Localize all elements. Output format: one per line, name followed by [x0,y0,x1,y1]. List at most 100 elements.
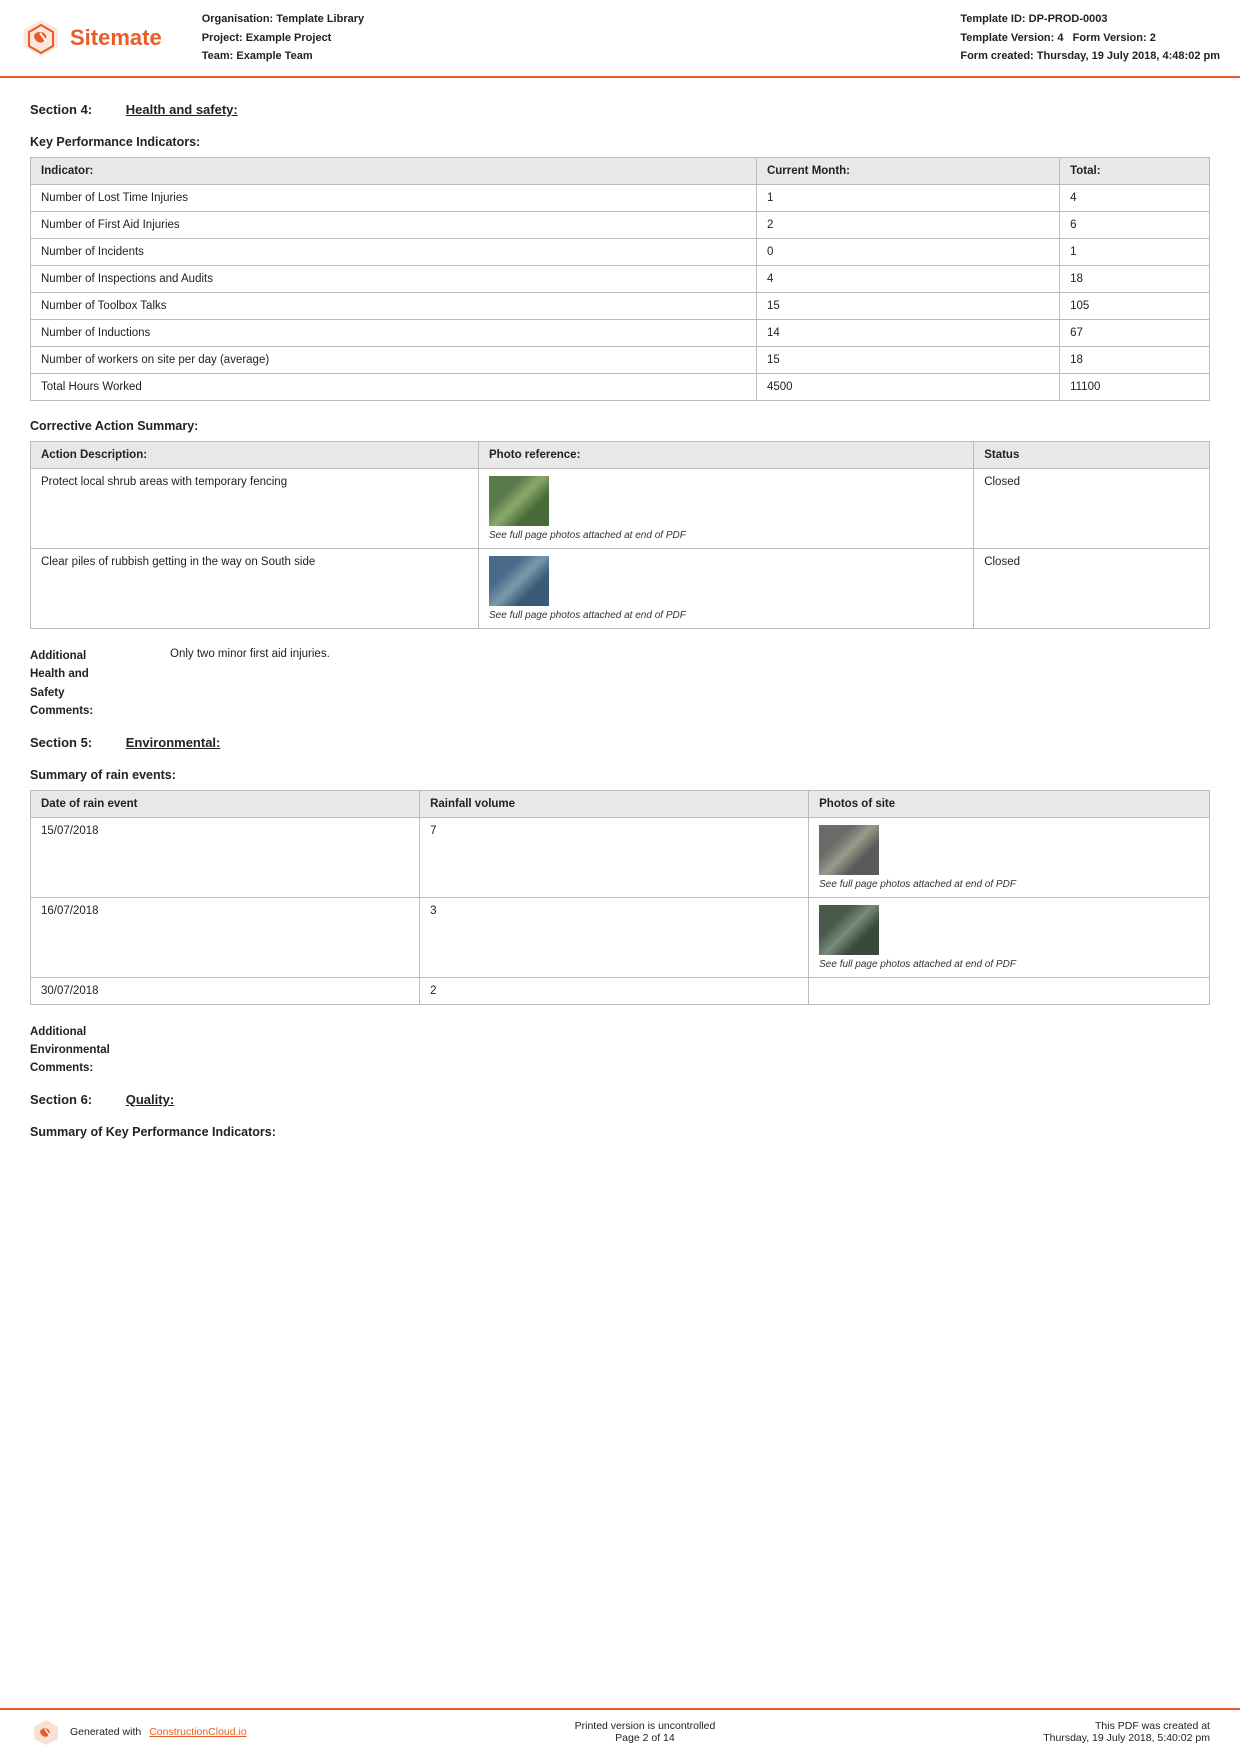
form-created-row: Form created: Thursday, 19 July 2018, 4:… [960,47,1220,66]
corrective-col-status: Status [974,442,1210,469]
kpi-cell-4-3: 18 [1060,266,1210,293]
kpi-col-current-month: Current Month: [756,158,1059,185]
kpi-cell-7-2: 15 [756,347,1059,374]
kpi-cell-3-2: 0 [756,239,1059,266]
section5-heading: Section 5: Environmental: [30,735,1210,750]
form-created-value: Thursday, 19 July 2018, 4:48:02 pm [1037,50,1220,62]
corrective-table: Action Description: Photo reference: Sta… [30,441,1210,629]
kpi-quality-heading: Summary of Key Performance Indicators: [30,1125,1210,1139]
kpi-cell-8-1: Total Hours Worked [31,374,757,401]
photo-caption-1: See full page photos attached at end of … [489,530,963,541]
kpi-cell-6-1: Number of Inductions [31,320,757,347]
rain-thumb-1 [819,825,879,875]
kpi-col-total: Total: [1060,158,1210,185]
kpi-cell-4-1: Number of Inspections and Audits [31,266,757,293]
corrective-col-photo: Photo reference: [479,442,974,469]
additional-hs-block: Additional Health and Safety Comments: O… [30,647,1210,721]
footer-right: This PDF was created at Thursday, 19 Jul… [1043,1720,1210,1744]
section4-title: Health and safety: [126,102,238,117]
photo-cell-1: See full page photos attached at end of … [489,476,963,541]
section4-heading: Section 4: Health and safety: [30,102,1210,117]
footer-generated-prefix: Generated with [70,1726,141,1738]
kpi-table: Indicator: Current Month: Total: Number … [30,157,1210,401]
project-label: Project: [202,32,243,44]
footer-link[interactable]: ConstructionCloud.io [149,1726,246,1738]
kpi-cell-3-1: Number of Incidents [31,239,757,266]
rain-photo-2: See full page photos attached at end of … [809,897,1210,977]
footer-right-text: This PDF was created at [1043,1720,1210,1732]
org-value: Template Library [276,13,364,25]
form-version-value: 2 [1150,32,1156,44]
org-label: Organisation: [202,13,274,25]
kpi-row-5: Number of Toolbox Talks15105 [31,293,1210,320]
kpi-row-3: Number of Incidents01 [31,239,1210,266]
section6-title: Quality: [126,1092,174,1107]
footer-page-info: Page 2 of 14 [575,1732,716,1744]
rain-photo-3 [809,977,1210,1004]
page-header: Sitemate Organisation: Template Library … [0,0,1240,78]
footer-logo-icon [30,1718,62,1746]
section6-heading: Section 6: Quality: [30,1092,1210,1107]
photo-thumb-rubbish [489,556,549,606]
org-row: Organisation: Template Library [202,10,364,29]
corrective-row-1: Protect local shrub areas with temporary… [31,469,1210,549]
section6-label: Section 6: [30,1092,92,1107]
section4-label: Section 4: [30,102,92,117]
kpi-cell-7-3: 18 [1060,347,1210,374]
kpi-cell-2-2: 2 [756,212,1059,239]
template-id-value: DP-PROD-0003 [1029,13,1108,25]
logo-area: Sitemate [20,10,162,66]
additional-env-label: Additional Environmental Comments: [30,1023,170,1078]
template-version-label: Template Version: [960,32,1054,44]
photo-caption-2: See full page photos attached at end of … [489,610,963,621]
kpi-cell-8-3: 11100 [1060,374,1210,401]
rain-photo-cell-2: See full page photos attached at end of … [819,905,1199,970]
footer-middle: Printed version is uncontrolled Page 2 o… [575,1720,716,1744]
kpi-cell-7-1: Number of workers on site per day (avera… [31,347,757,374]
kpi-row-7: Number of workers on site per day (avera… [31,347,1210,374]
team-row: Team: Example Team [202,47,364,66]
rain-row-3: 30/07/2018 2 [31,977,1210,1004]
header-meta: Organisation: Template Library Project: … [202,10,1220,66]
section5-title: Environmental: [126,735,221,750]
kpi-cell-8-2: 4500 [756,374,1059,401]
kpi-heading: Key Performance Indicators: [30,135,1210,149]
kpi-cell-5-2: 15 [756,293,1059,320]
corrective-row-2: Clear piles of rubbish getting in the wa… [31,549,1210,629]
rain-caption-2: See full page photos attached at end of … [819,959,1199,970]
rain-volume-2: 3 [420,897,809,977]
corrective-photo-1: See full page photos attached at end of … [479,469,974,549]
template-id-row: Template ID: DP-PROD-0003 [960,10,1220,29]
kpi-cell-5-3: 105 [1060,293,1210,320]
rain-photo-1: See full page photos attached at end of … [809,817,1210,897]
sitemate-icon [20,17,62,59]
rain-col-date: Date of rain event [31,790,420,817]
rain-table: Date of rain event Rainfall volume Photo… [30,790,1210,1005]
kpi-cell-5-1: Number of Toolbox Talks [31,293,757,320]
form-version-label: Form Version: [1073,32,1147,44]
photo-cell-2: See full page photos attached at end of … [489,556,963,621]
kpi-cell-2-3: 6 [1060,212,1210,239]
form-created-label: Form created: [960,50,1033,62]
footer-middle-text: Printed version is uncontrolled [575,1720,716,1732]
kpi-cell-2-1: Number of First Aid Injuries [31,212,757,239]
kpi-cell-1-2: 1 [756,185,1059,212]
corrective-status-1: Closed [974,469,1210,549]
team-value: Example Team [236,50,312,62]
kpi-row-6: Number of Inductions1467 [31,320,1210,347]
additional-env-value [170,1023,1210,1078]
page-footer: Generated with ConstructionCloud.io Prin… [0,1708,1240,1754]
rain-volume-1: 7 [420,817,809,897]
corrective-heading: Corrective Action Summary: [30,419,1210,433]
kpi-row-1: Number of Lost Time Injuries14 [31,185,1210,212]
rain-row-1: 15/07/2018 7 See full page photos attach… [31,817,1210,897]
team-label: Team: [202,50,234,62]
rain-caption-1: See full page photos attached at end of … [819,879,1199,890]
rain-volume-3: 2 [420,977,809,1004]
rain-thumb-2 [819,905,879,955]
header-meta-right: Template ID: DP-PROD-0003 Template Versi… [960,10,1220,66]
photo-thumb-shrub [489,476,549,526]
kpi-cell-1-1: Number of Lost Time Injuries [31,185,757,212]
header-meta-left: Organisation: Template Library Project: … [202,10,364,66]
rain-photo-cell-1: See full page photos attached at end of … [819,825,1199,890]
